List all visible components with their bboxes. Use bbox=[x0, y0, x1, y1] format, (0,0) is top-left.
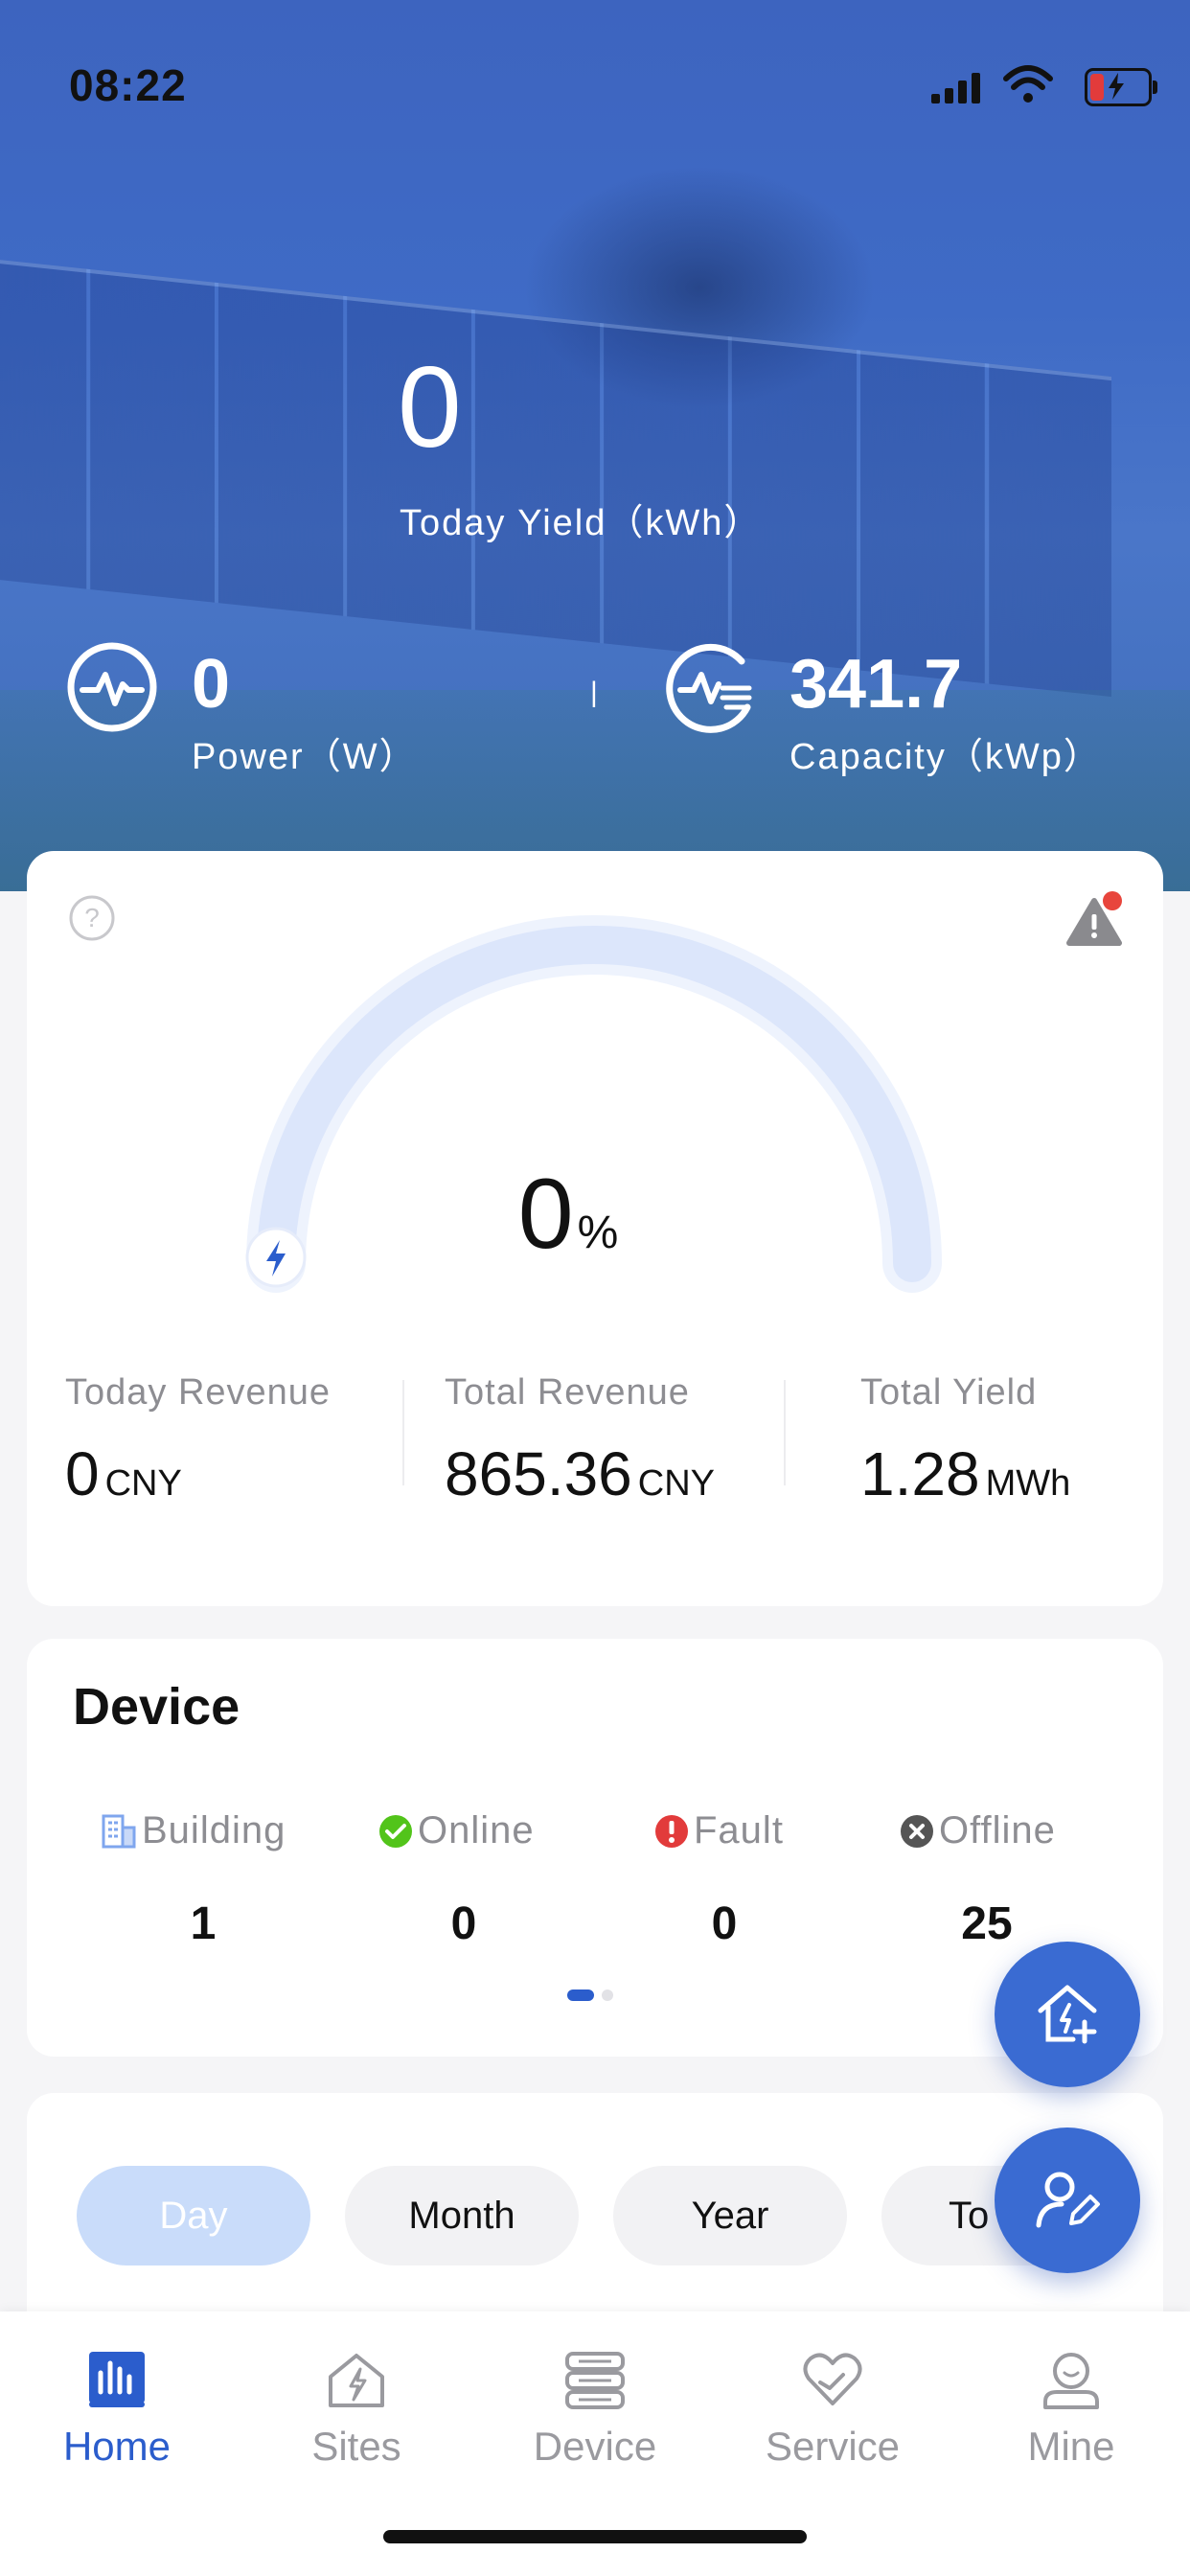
yield-total-unit: MWh bbox=[985, 1463, 1071, 1504]
fault-alert-icon bbox=[655, 1814, 688, 1848]
online-label: Online bbox=[418, 1809, 535, 1852]
service-heart-icon bbox=[803, 2353, 862, 2405]
tab-home[interactable]: Home bbox=[11, 2350, 222, 2470]
power-label: Power（W） bbox=[192, 737, 418, 777]
divider bbox=[784, 1380, 786, 1485]
add-site-icon bbox=[1038, 1985, 1097, 2044]
offline-x-icon bbox=[901, 1814, 933, 1848]
add-site-button[interactable] bbox=[995, 1942, 1140, 2087]
mine-user-icon bbox=[1043, 2353, 1099, 2409]
offline-label: Offline bbox=[939, 1809, 1056, 1852]
yield-total-label: Total Yield bbox=[860, 1372, 1038, 1413]
svg-text:?: ? bbox=[84, 903, 100, 932]
tab-month[interactable]: Month bbox=[345, 2166, 579, 2266]
building-label: Building bbox=[142, 1809, 286, 1852]
fault-count: 0 bbox=[711, 1898, 738, 1949]
revenue-today: Today Revenue 0 CNY bbox=[65, 1372, 331, 1509]
tab-mine-label: Mine bbox=[1027, 2424, 1115, 2469]
edit-user-icon bbox=[1036, 2172, 1100, 2228]
tab-day[interactable]: Day bbox=[77, 2166, 310, 2266]
tab-sites-label: Sites bbox=[311, 2424, 401, 2469]
device-stat-online[interactable]: Online bbox=[378, 1809, 535, 1852]
divider bbox=[402, 1380, 404, 1485]
tab-home-label: Home bbox=[62, 2424, 172, 2469]
gauge-percent: 0% bbox=[0, 1158, 1136, 1272]
power-value: 0 bbox=[192, 646, 231, 723]
revenue-today-value: 0 bbox=[65, 1439, 100, 1508]
tab-device-label: Device bbox=[533, 2424, 657, 2469]
tab-year[interactable]: Year bbox=[613, 2166, 847, 2266]
solar-panel-background bbox=[0, 255, 1111, 698]
tab-mine[interactable]: Mine bbox=[966, 2350, 1177, 2470]
device-stat-fault[interactable]: Fault bbox=[653, 1809, 784, 1852]
pager-dot bbox=[602, 1990, 613, 2001]
online-count: 0 bbox=[450, 1898, 477, 1949]
tab-service[interactable]: Service bbox=[727, 2350, 938, 2470]
device-server-icon bbox=[565, 2352, 625, 2409]
alarm-warning-icon[interactable] bbox=[1065, 887, 1129, 951]
status-time: 08:22 bbox=[69, 60, 187, 110]
home-indicator bbox=[383, 2530, 807, 2543]
revenue-total-label: Total Revenue bbox=[445, 1372, 690, 1413]
gauge-percent-value: 0 bbox=[517, 1159, 574, 1270]
pager-dot-active bbox=[567, 1990, 594, 2001]
power-pulse-icon bbox=[67, 642, 157, 732]
revenue-total: Total Revenue 865.36 CNY bbox=[445, 1372, 715, 1509]
status-icons bbox=[931, 63, 1157, 111]
yield-total: Total Yield 1.28 MWh bbox=[860, 1372, 1070, 1509]
device-title: Device bbox=[73, 1678, 240, 1736]
wifi-icon bbox=[1003, 65, 1053, 103]
capacity-value: 341.7 bbox=[790, 646, 963, 723]
sites-house-icon bbox=[329, 2354, 384, 2407]
stat-separator: | bbox=[590, 677, 598, 708]
capacity-gauge-icon bbox=[666, 643, 752, 733]
edit-user-button[interactable] bbox=[995, 2128, 1140, 2273]
today-yield-value: 0 bbox=[398, 343, 462, 472]
revenue-total-unit: CNY bbox=[637, 1463, 715, 1504]
device-stat-offline[interactable]: Offline bbox=[899, 1809, 1056, 1852]
today-yield-label: Today Yield（kWh） bbox=[400, 503, 763, 543]
device-stat-building[interactable]: Building bbox=[100, 1809, 286, 1852]
battery-icon bbox=[1085, 68, 1157, 106]
revenue-today-label: Today Revenue bbox=[65, 1372, 332, 1413]
tab-sites[interactable]: Sites bbox=[251, 2350, 462, 2470]
online-check-icon bbox=[379, 1814, 412, 1848]
yield-total-value: 1.28 bbox=[860, 1439, 980, 1508]
revenue-today-unit: CNY bbox=[104, 1463, 182, 1504]
capacity-label: Capacity（kWp） bbox=[790, 737, 1102, 777]
help-question-icon[interactable]: ? bbox=[67, 893, 117, 943]
tab-device[interactable]: Device bbox=[490, 2350, 700, 2470]
revenue-total-value: 865.36 bbox=[445, 1439, 632, 1508]
home-chart-icon bbox=[89, 2352, 145, 2407]
building-icon bbox=[102, 1814, 136, 1848]
tab-service-label: Service bbox=[765, 2424, 901, 2469]
building-count: 1 bbox=[190, 1898, 217, 1949]
gauge-percent-unit: % bbox=[577, 1208, 619, 1258]
fault-label: Fault bbox=[694, 1809, 784, 1852]
cellular-signal-icon bbox=[931, 63, 989, 111]
